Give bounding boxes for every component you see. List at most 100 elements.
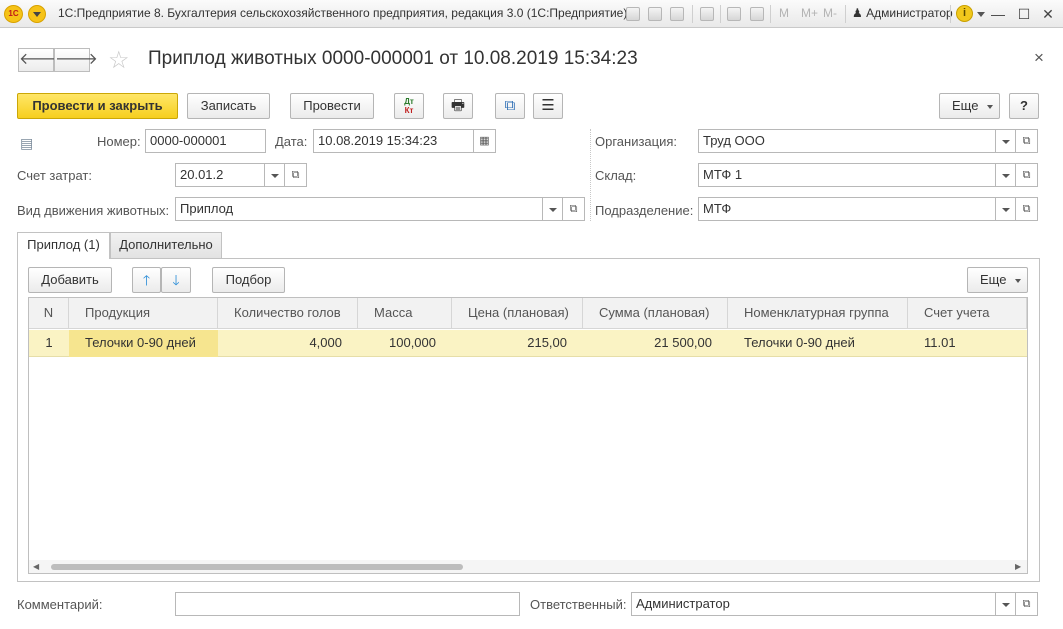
date-label: Дата: (275, 134, 308, 149)
cell-product[interactable]: Телочки 0-90 дней (69, 330, 218, 357)
print-icon[interactable]: 🖶 (443, 93, 473, 119)
save-icon[interactable] (626, 7, 640, 21)
warehouse-field[interactable]: МТФ 1 (698, 163, 996, 187)
document-list-icon[interactable]: ☰ (533, 93, 563, 119)
tab-offspring[interactable]: Приплод (1) (17, 232, 110, 259)
column-header-mass[interactable]: Масса (358, 298, 452, 329)
cost-account-open-icon[interactable]: ⧉ (285, 163, 307, 187)
cell-n[interactable]: 1 (29, 330, 69, 357)
print-icon[interactable] (648, 7, 662, 21)
calendar-icon[interactable]: ▦ (474, 129, 496, 153)
move-up-arrow-icon[interactable]: 🡑 (132, 267, 161, 293)
minimize-button[interactable]: — (988, 4, 1008, 24)
app-logo-icon[interactable]: 1С (4, 5, 23, 23)
calendar-icon[interactable] (750, 7, 764, 21)
horizontal-scrollbar[interactable]: ◀ ▶ (29, 560, 1027, 573)
close-window-button[interactable]: ✕ (1038, 4, 1058, 24)
column-header-price[interactable]: Цена (плановая) (452, 298, 583, 329)
calculator-icon[interactable] (727, 7, 741, 21)
column-header-product[interactable]: Продукция (69, 298, 218, 329)
memory-button[interactable]: M (779, 6, 789, 20)
forward-button[interactable]: 🡒 (54, 48, 98, 72)
cell-nomenclature-group[interactable]: Телочки 0-90 дней (728, 330, 908, 357)
comment-field[interactable] (175, 592, 520, 616)
main-menu-icon[interactable] (28, 5, 46, 23)
structure-icon[interactable]: ⧉ (495, 93, 525, 119)
scroll-right-icon[interactable]: ▶ (1015, 562, 1021, 571)
responsible-dropdown-icon[interactable] (996, 592, 1016, 616)
warehouse-dropdown-icon[interactable] (996, 163, 1016, 187)
cell-heads[interactable]: 4,000 (218, 330, 358, 357)
date-field[interactable]: 10.08.2019 15:34:23 (313, 129, 474, 153)
memory-subtract-button[interactable]: M- (823, 6, 837, 20)
current-user[interactable]: ♟ Администратор (852, 6, 953, 20)
window-titlebar: 1С 1С:Предприятие 8. Бухгалтерия сельско… (0, 0, 1063, 28)
add-row-button[interactable]: Добавить (28, 267, 112, 293)
column-divider (590, 129, 591, 221)
responsible-field[interactable]: Администратор (631, 592, 996, 616)
comment-note-icon[interactable]: ▤ (20, 135, 33, 152)
more-label: Еще (952, 98, 979, 113)
info-menu-chevron-down-icon[interactable] (977, 12, 985, 17)
column-header-nomenclature-group[interactable]: Номенклатурная группа (728, 298, 908, 329)
column-header-sum[interactable]: Сумма (плановая) (583, 298, 728, 329)
movement-type-field[interactable]: Приплод (175, 197, 543, 221)
column-header-n[interactable]: N (29, 298, 69, 329)
division-dropdown-icon[interactable] (996, 197, 1016, 221)
dt-label: Дт (404, 97, 414, 106)
table-row[interactable]: 1 Телочки 0-90 дней 4,000 100,000 215,00… (29, 330, 1027, 357)
movement-type-open-icon[interactable]: ⧉ (563, 197, 585, 221)
close-form-button[interactable]: × (1034, 48, 1044, 68)
column-header-heads[interactable]: Количество голов (218, 298, 358, 329)
warehouse-open-icon[interactable]: ⧉ (1016, 163, 1038, 187)
help-button[interactable]: ? (1009, 93, 1039, 119)
mail-icon[interactable] (700, 7, 714, 21)
more-menu-button[interactable]: Еще (939, 93, 1000, 119)
warehouse-label: Склад: (595, 168, 637, 183)
responsible-label: Ответственный: (530, 597, 627, 612)
preview-icon[interactable] (670, 7, 684, 21)
table-more-label: Еще (980, 272, 1007, 287)
cost-account-field[interactable]: 20.01.2 (175, 163, 265, 187)
division-label: Подразделение: (595, 203, 694, 218)
move-down-arrow-icon[interactable]: 🡓 (161, 267, 191, 293)
post-and-close-button[interactable]: Провести и закрыть (17, 93, 178, 119)
organization-dropdown-icon[interactable] (996, 129, 1016, 153)
division-open-icon[interactable]: ⧉ (1016, 197, 1038, 221)
division-field[interactable]: МТФ (698, 197, 996, 221)
toolbar-divider (950, 5, 951, 23)
page-title: Приплод животных 0000-000001 от 10.08.20… (148, 48, 638, 69)
toolbar-divider (720, 5, 721, 23)
dt-kt-postings-icon[interactable]: Дт Кт (394, 93, 424, 119)
table-more-menu-button[interactable]: Еще (967, 267, 1028, 293)
post-button[interactable]: Провести (290, 93, 374, 119)
memory-add-button[interactable]: M+ (801, 6, 818, 20)
column-header-account[interactable]: Счет учета (908, 298, 1027, 329)
info-icon[interactable]: i (956, 5, 973, 22)
cell-account[interactable]: 11.01 (908, 330, 1027, 357)
toolbar-divider (845, 5, 846, 23)
organization-field[interactable]: Труд ООО (698, 129, 996, 153)
products-table[interactable]: N Продукция Количество голов Масса Цена … (28, 297, 1028, 574)
cost-account-dropdown-icon[interactable] (265, 163, 285, 187)
organization-open-icon[interactable]: ⧉ (1016, 129, 1038, 153)
toolbar-divider (770, 5, 771, 23)
cell-price[interactable]: 215,00 (452, 330, 583, 357)
responsible-open-icon[interactable]: ⧉ (1016, 592, 1038, 616)
cell-sum[interactable]: 21 500,00 (583, 330, 728, 357)
cell-mass[interactable]: 100,000 (358, 330, 452, 357)
tab-additional[interactable]: Дополнительно (110, 232, 222, 258)
toolbar-divider (692, 5, 693, 23)
favorite-star-icon[interactable]: ☆ (108, 46, 130, 75)
scroll-left-icon[interactable]: ◀ (33, 562, 39, 571)
maximize-button[interactable]: ☐ (1014, 4, 1034, 24)
movement-type-dropdown-icon[interactable] (543, 197, 563, 221)
save-button[interactable]: Записать (187, 93, 270, 119)
pick-button[interactable]: Подбор (212, 267, 285, 293)
comment-label: Комментарий: (17, 597, 103, 612)
number-field[interactable]: 0000-000001 (145, 129, 266, 153)
scrollbar-thumb[interactable] (51, 564, 463, 570)
back-button[interactable]: 🡐 (18, 48, 62, 72)
cost-account-label: Счет затрат: (17, 168, 92, 183)
organization-label: Организация: (595, 134, 678, 149)
